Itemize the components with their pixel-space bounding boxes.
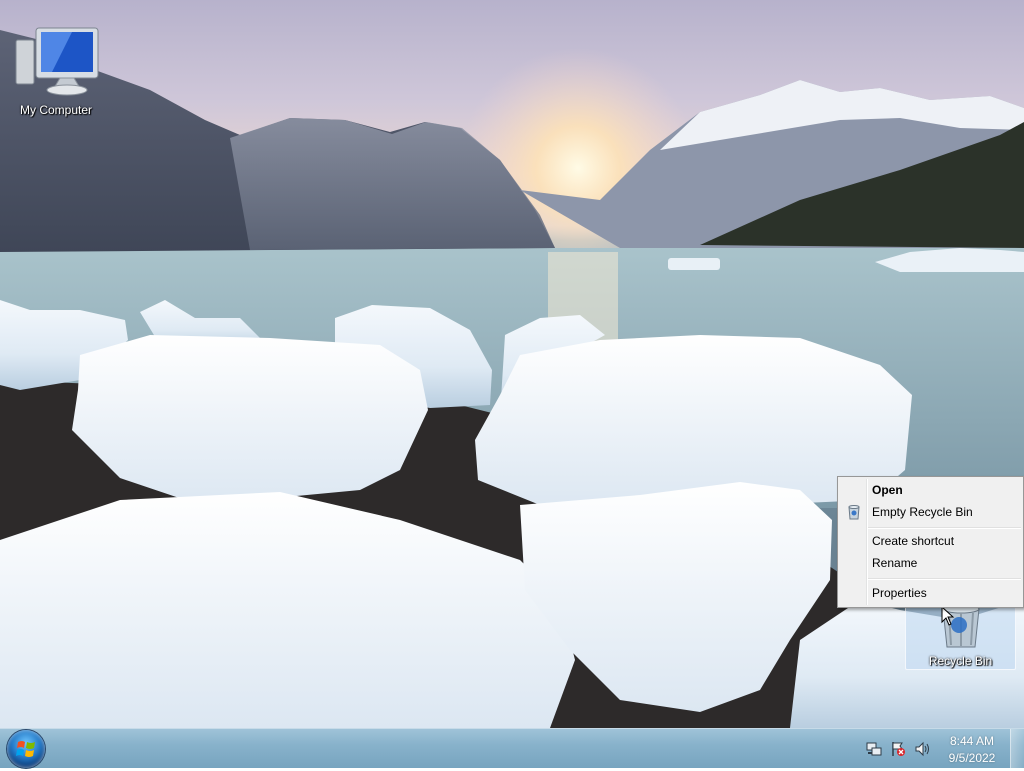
- desktop-icon-recycle-bin[interactable]: Recycle Bin: [905, 598, 1016, 670]
- menu-item-label: Rename: [872, 556, 918, 570]
- network-icon[interactable]: [866, 741, 882, 757]
- menu-item-rename[interactable]: Rename: [840, 552, 1021, 574]
- show-desktop-button[interactable]: [1010, 729, 1024, 769]
- menu-item-empty-recycle-bin[interactable]: Empty Recycle Bin: [840, 501, 1021, 523]
- action-center-flag-icon[interactable]: [890, 741, 906, 757]
- taskbar: 8:44 AM 9/5/2022: [0, 728, 1024, 769]
- menu-item-label: Properties: [872, 586, 927, 600]
- desktop-icon-label: Recycle Bin: [928, 654, 993, 668]
- menu-item-create-shortcut[interactable]: Create shortcut: [840, 530, 1021, 552]
- desktop-icon-label: My Computer: [19, 103, 93, 117]
- clock-date: 9/5/2022: [948, 751, 996, 765]
- menu-item-properties[interactable]: Properties: [840, 582, 1021, 604]
- desktop-icon-my-computer[interactable]: My Computer: [8, 26, 104, 117]
- mouse-cursor-icon: [941, 606, 955, 626]
- menu-item-open[interactable]: Open: [840, 479, 1021, 501]
- computer-monitor-icon: [15, 27, 99, 96]
- menu-separator: [868, 578, 1021, 580]
- menu-item-label: Open: [872, 483, 903, 497]
- windows-start-orb-icon: [16, 741, 35, 757]
- menu-item-label: Empty Recycle Bin: [872, 505, 973, 519]
- recycle-bin-icon: [941, 604, 980, 648]
- start-button[interactable]: [7, 730, 45, 768]
- clock-time: 8:44 AM: [949, 734, 995, 748]
- recycle-bin-small-icon: [848, 505, 860, 520]
- wallpaper-glacier: [0, 30, 1024, 728]
- menu-item-label: Create shortcut: [872, 534, 955, 548]
- taskbar-clock[interactable]: 8:44 AM 9/5/2022: [937, 733, 1007, 767]
- context-menu: Open Empty Recycle Bin Create shortcut R…: [837, 476, 1024, 608]
- menu-separator: [868, 527, 1021, 529]
- desktop[interactable]: My Computer Recycle Bin: [0, 0, 1024, 728]
- speaker-icon[interactable]: [914, 741, 930, 757]
